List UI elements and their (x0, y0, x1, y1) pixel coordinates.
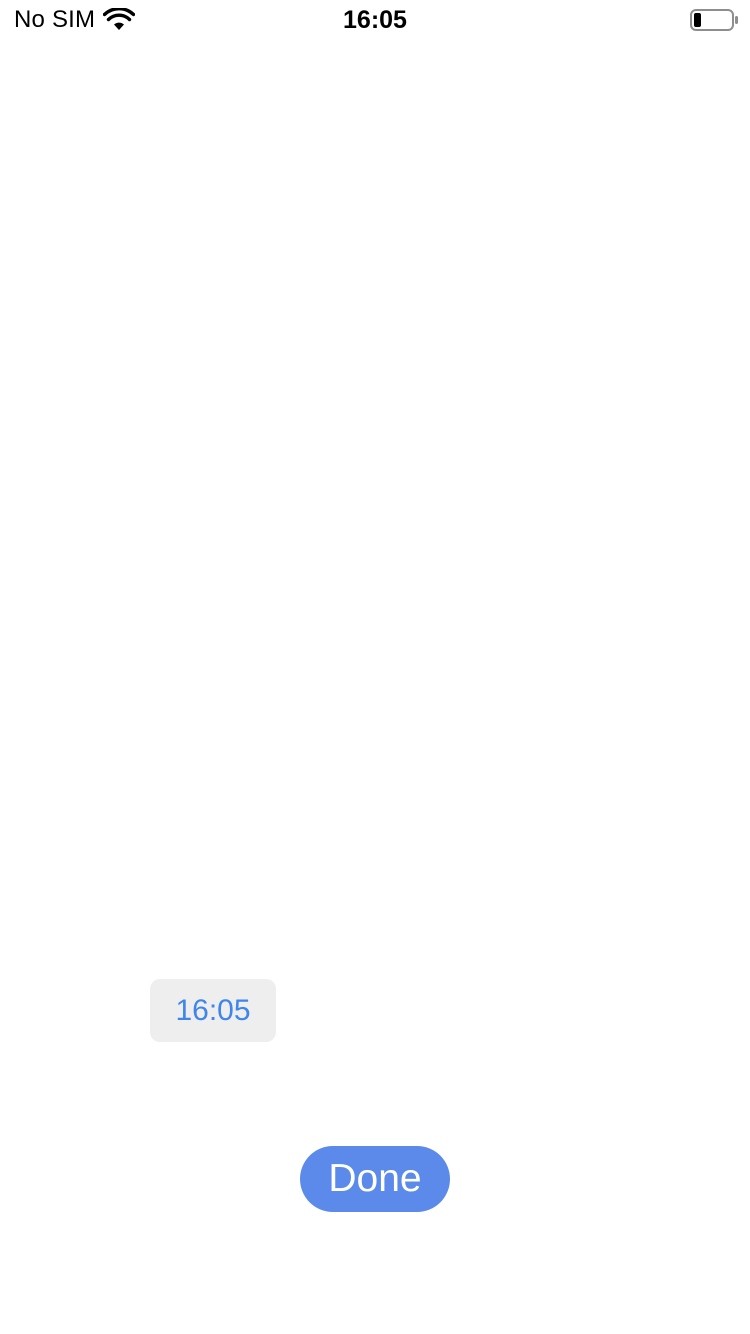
status-time: 16:05 (343, 6, 407, 34)
battery-low-icon (690, 9, 738, 31)
done-button-label: Done (328, 1157, 422, 1200)
status-bar: No SIM 16:05 (0, 0, 750, 40)
done-button[interactable]: Done (300, 1146, 450, 1212)
time-picker-value: 16:05 (175, 993, 251, 1027)
time-picker-chip[interactable]: 16:05 (150, 979, 276, 1042)
